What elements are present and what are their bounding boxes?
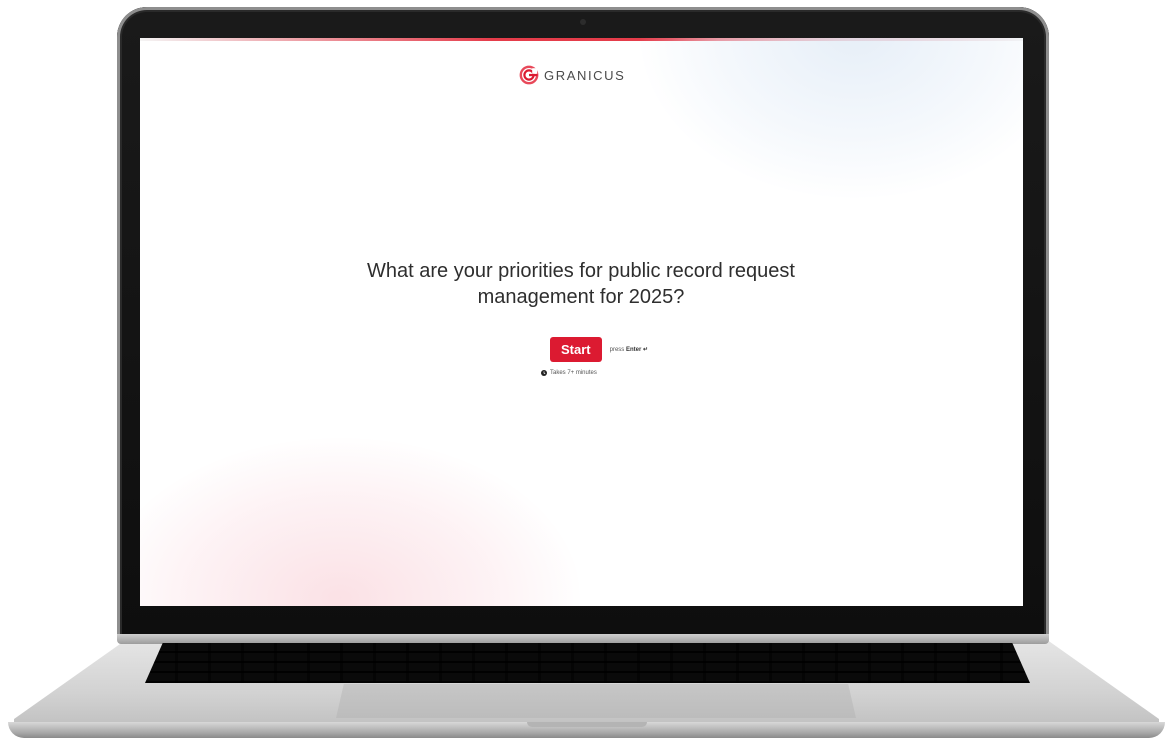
start-button[interactable]: Start: [550, 336, 602, 362]
laptop-frame: GRANICUS What are your priorities for pu…: [0, 0, 1173, 745]
enter-hint-prefix: press: [609, 346, 625, 353]
trackpad: [336, 684, 856, 718]
brand-name: GRANICUS: [544, 67, 626, 83]
enter-hint-key: Enter ↵: [625, 346, 648, 353]
laptop-hinge: [117, 634, 1049, 644]
duration-info: Takes 7+ minutes: [541, 370, 597, 376]
survey-question: What are your priorities for public reco…: [367, 260, 795, 308]
keyboard: [145, 643, 1030, 683]
camera-icon: [580, 19, 586, 25]
enter-hint: press Enter ↵: [610, 346, 648, 353]
laptop-front-notch: [527, 722, 647, 727]
clock-icon: [541, 370, 547, 376]
duration-text: Takes 7+ minutes: [550, 370, 597, 376]
granicus-logo-icon: [519, 65, 539, 85]
background-glow-pink: [140, 438, 580, 606]
screen: GRANICUS What are your priorities for pu…: [140, 38, 1023, 606]
brand-logo: GRANICUS: [519, 64, 625, 86]
start-actions: Start press Enter ↵: [550, 336, 648, 362]
background-glow-blue: [640, 38, 1023, 198]
